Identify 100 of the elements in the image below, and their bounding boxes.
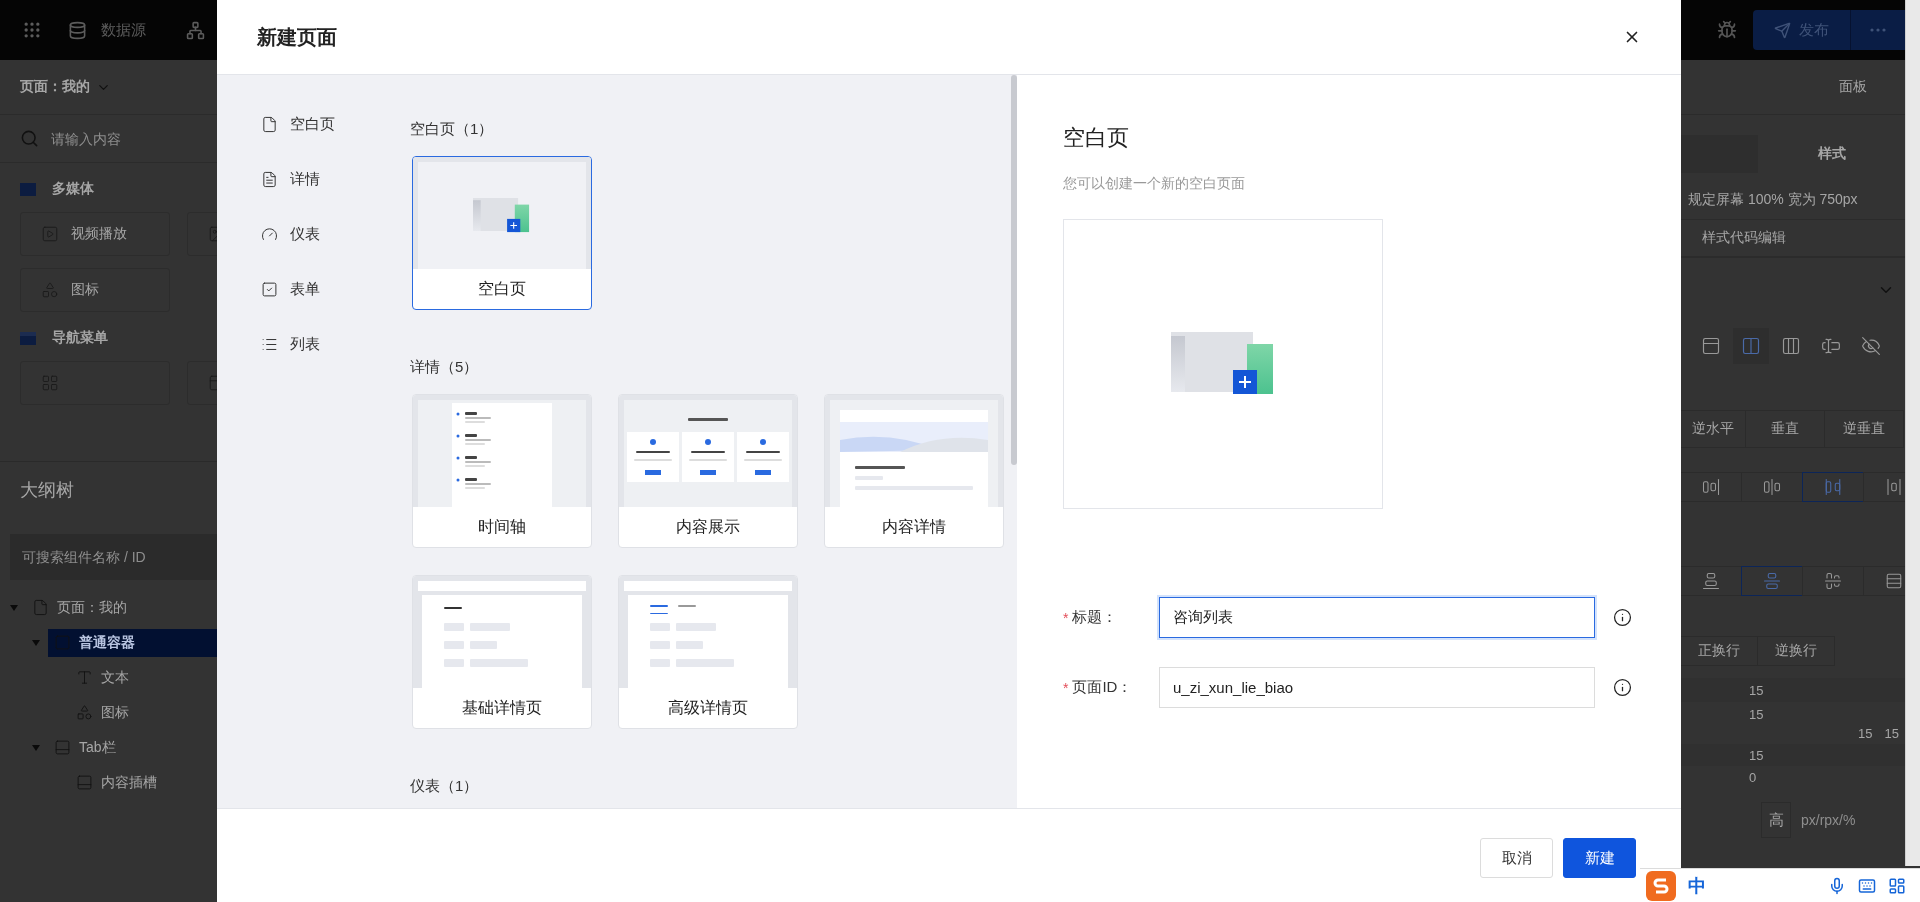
- section-title: 仪表（1）: [410, 776, 480, 796]
- align-button[interactable]: [1681, 566, 1742, 596]
- template-card[interactable]: 高级详情页: [618, 575, 798, 729]
- tree-item[interactable]: 内容插槽: [70, 768, 217, 797]
- panel-icon: [76, 774, 93, 791]
- scrollbar-thumb[interactable]: [1011, 75, 1017, 465]
- spacing-value[interactable]: 15: [1749, 682, 1764, 698]
- play-icon: [41, 225, 59, 243]
- keyboard-icon[interactable]: [1858, 876, 1876, 895]
- page-scrollbar[interactable]: [1905, 0, 1920, 866]
- group-title: 多媒体: [52, 180, 94, 198]
- text-field[interactable]: u_zi_xun_lie_biao: [1159, 667, 1595, 709]
- panel-icon: [54, 739, 71, 756]
- required-mark: *: [1063, 679, 1069, 696]
- send-icon: [1774, 21, 1791, 39]
- category-item[interactable]: 仪表: [261, 207, 395, 262]
- microphone-icon[interactable]: [1828, 876, 1846, 895]
- grid-icon: [41, 374, 59, 392]
- wrap-button[interactable]: 正换行: [1681, 636, 1758, 666]
- height-field[interactable]: px/rpx/%: [1801, 812, 1891, 828]
- document-icon: [261, 171, 278, 188]
- search-field[interactable]: 请输入内容: [51, 130, 201, 147]
- component-tile[interactable]: 图标: [20, 268, 170, 312]
- required-mark: *: [1063, 609, 1069, 626]
- template-card[interactable]: 时间轴: [412, 394, 592, 548]
- grid-menu-icon[interactable]: [22, 20, 42, 40]
- checkbox-icon: [261, 281, 278, 298]
- search-icon: [20, 129, 39, 148]
- component-tile[interactable]: 视频播放: [20, 212, 170, 256]
- field-label: 标题：: [1072, 608, 1118, 628]
- ime-mode[interactable]: 中: [1688, 873, 1706, 898]
- code-edit-link[interactable]: 样式代码编辑: [1702, 229, 1786, 247]
- height-label: 高: [1761, 802, 1791, 838]
- gauge-icon: [261, 226, 278, 243]
- component-tile[interactable]: [20, 361, 170, 405]
- spacing-value[interactable]: 15: [1858, 726, 1873, 744]
- align-button[interactable]: [1802, 472, 1864, 502]
- spacing-value[interactable]: 15: [1749, 747, 1764, 763]
- template-card[interactable]: 内容详情: [824, 394, 1004, 548]
- square-icon: [54, 634, 71, 651]
- create-button[interactable]: 新建: [1563, 838, 1636, 878]
- caret-icon[interactable]: [10, 604, 18, 611]
- list-icon: [261, 336, 278, 353]
- tree-item[interactable]: Tab栏: [48, 733, 217, 762]
- spacing-value[interactable]: 15: [1749, 706, 1764, 722]
- columns-icon[interactable]: [1733, 328, 1769, 364]
- align-icon: [1885, 478, 1903, 496]
- align-button[interactable]: [1681, 472, 1742, 502]
- preview-description: 您可以创建一个新的空白页面: [1063, 175, 1246, 193]
- category-item[interactable]: 列表: [261, 317, 395, 372]
- blank-page-drawing: [473, 197, 531, 234]
- file-icon: [32, 599, 49, 616]
- grid-icon[interactable]: [1888, 876, 1906, 895]
- direction-button[interactable]: 垂直: [1745, 410, 1825, 448]
- tree-item[interactable]: 文本: [70, 663, 217, 692]
- dialog-title: 新建页面: [257, 24, 337, 50]
- outline-search-field[interactable]: 可搜索组件名称 / ID: [10, 534, 217, 580]
- panel-label: 面板: [1839, 78, 1867, 96]
- template-card[interactable]: 基础详情页: [412, 575, 592, 729]
- category-item[interactable]: 空白页: [261, 97, 395, 152]
- align-button[interactable]: [1741, 472, 1803, 502]
- align-button[interactable]: [1741, 566, 1803, 596]
- field-label: 页面ID：: [1072, 678, 1133, 698]
- align-icon: [1824, 572, 1842, 590]
- outline-title: 大纲树: [19, 479, 75, 502]
- section-title: 空白页（1）: [410, 119, 495, 139]
- database-icon: [68, 20, 87, 40]
- info-icon[interactable]: [1613, 678, 1632, 698]
- category-item[interactable]: 详情: [261, 152, 395, 207]
- align-button[interactable]: [1802, 566, 1864, 596]
- caret-icon[interactable]: [32, 639, 40, 646]
- direction-button[interactable]: 逆垂直: [1824, 410, 1904, 448]
- category-item[interactable]: 表单: [261, 262, 395, 317]
- group-icon: [20, 331, 36, 345]
- screen-note: 规定屏幕 100% 宽为 750px: [1688, 191, 1858, 209]
- sitemap-icon[interactable]: [186, 20, 205, 40]
- cancel-button[interactable]: 取消: [1480, 838, 1553, 878]
- caret-icon[interactable]: [32, 744, 40, 751]
- text-field[interactable]: 咨询列表: [1159, 597, 1595, 639]
- shapes-icon: [41, 281, 59, 299]
- template-card[interactable]: 空白页: [412, 156, 592, 310]
- template-card[interactable]: 内容展示: [618, 394, 798, 548]
- align-icon: [1763, 478, 1781, 496]
- shapes-icon: [76, 704, 93, 721]
- spacing-value[interactable]: 0: [1749, 769, 1757, 785]
- page-selector[interactable]: 页面：我的: [20, 78, 90, 96]
- tree-item[interactable]: 页面：我的: [26, 593, 217, 622]
- bug-icon[interactable]: [1717, 20, 1737, 40]
- group-icon: [20, 182, 36, 196]
- align-icon: [1702, 572, 1720, 590]
- section-title: 详情（5）: [410, 357, 480, 377]
- info-icon[interactable]: [1613, 608, 1632, 628]
- spacing-value[interactable]: 15: [1884, 726, 1899, 744]
- wrap-button[interactable]: 逆换行: [1757, 636, 1835, 666]
- datasource-tab[interactable]: 数据源: [101, 20, 146, 40]
- preview-title: 空白页: [1063, 124, 1130, 152]
- direction-button[interactable]: 逆水平: [1681, 410, 1746, 448]
- tree-item[interactable]: 普通容器: [48, 628, 217, 657]
- style-tab[interactable]: 样式: [1758, 135, 1905, 173]
- tree-item[interactable]: 图标: [70, 698, 217, 727]
